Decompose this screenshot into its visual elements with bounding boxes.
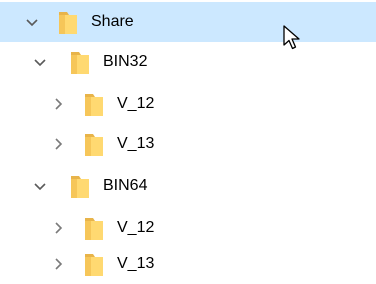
- tree-item-label: BIN32: [103, 53, 148, 70]
- tree-item-label: V_13: [117, 135, 155, 152]
- folder-icon: [82, 130, 106, 158]
- folder-icon: [82, 90, 106, 118]
- folder-icon: [68, 48, 92, 76]
- tree-item-label: V_12: [117, 95, 155, 112]
- tree-item-bin64[interactable]: BIN64: [0, 166, 376, 206]
- tree-item-share[interactable]: Share: [0, 2, 376, 42]
- chevron-right-icon[interactable]: [50, 136, 66, 152]
- folder-icon: [82, 214, 106, 242]
- tree-item-bin32-v13[interactable]: V_13: [0, 124, 376, 164]
- chevron-down-icon[interactable]: [24, 14, 40, 30]
- tree-item-label: BIN64: [103, 177, 148, 194]
- chevron-down-icon[interactable]: [32, 178, 48, 194]
- mouse-pointer-icon: [282, 24, 304, 52]
- chevron-right-icon[interactable]: [50, 256, 66, 272]
- folder-icon: [56, 8, 80, 36]
- tree-item-label: V_12: [117, 219, 155, 236]
- folder-icon: [82, 250, 106, 278]
- tree-item-bin64-v12[interactable]: V_12: [0, 208, 376, 248]
- chevron-down-icon[interactable]: [32, 54, 48, 70]
- folder-icon: [68, 172, 92, 200]
- tree-item-label: V_13: [117, 255, 155, 272]
- tree-item-bin32-v12[interactable]: V_12: [0, 84, 376, 124]
- chevron-right-icon[interactable]: [50, 220, 66, 236]
- folder-tree: Share BIN32 V_12 V_13 BIN64 V_12 V_13: [0, 0, 376, 284]
- tree-item-label: Share: [91, 13, 134, 30]
- tree-item-bin32[interactable]: BIN32: [0, 42, 376, 82]
- chevron-right-icon[interactable]: [50, 96, 66, 112]
- tree-item-bin64-v13[interactable]: V_13: [0, 244, 376, 284]
